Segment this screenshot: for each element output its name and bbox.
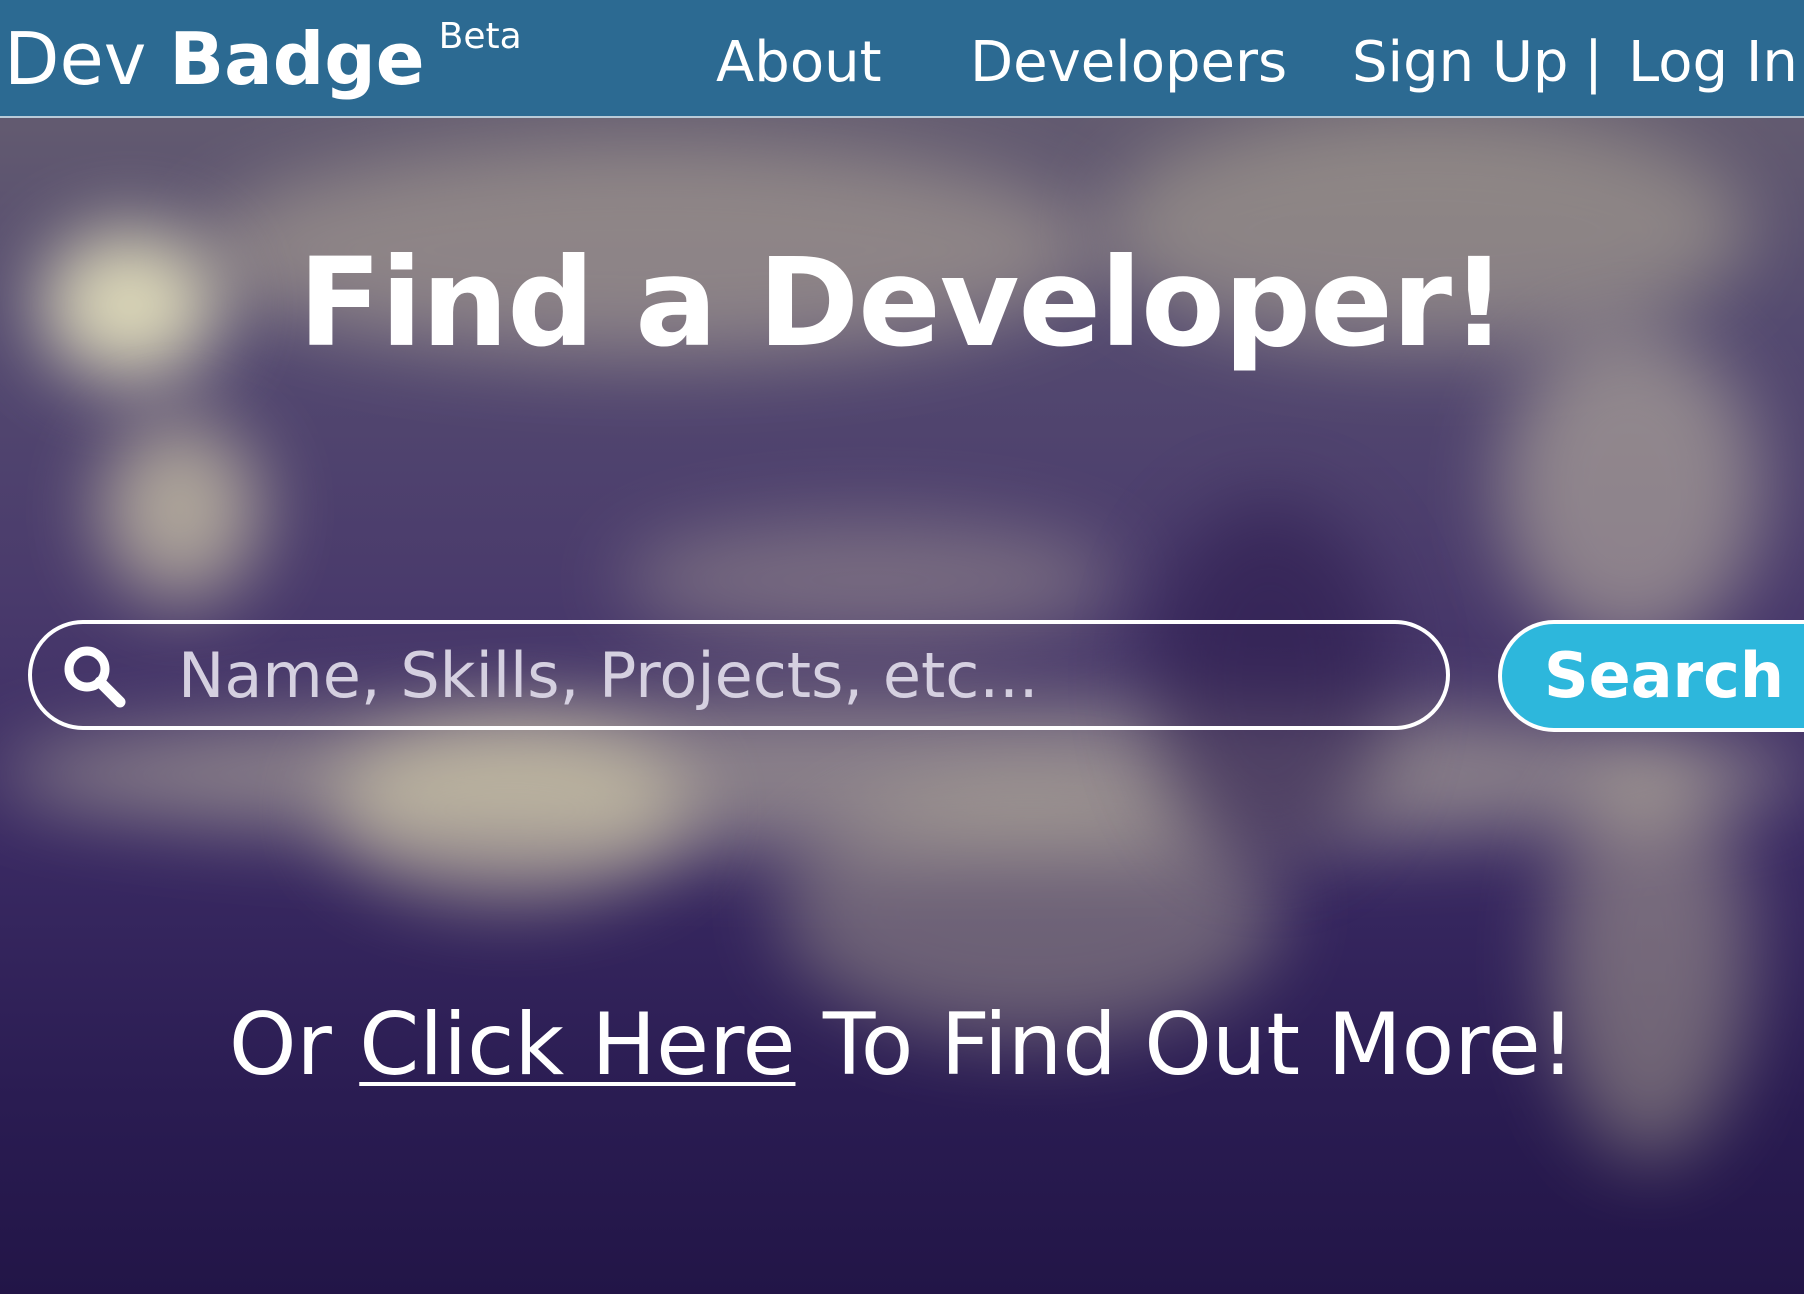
search-icon — [64, 646, 126, 708]
page: Dev Badge Beta About Developers Sign Up |… — [0, 0, 1804, 1294]
find-out-more-line: Or Click Here To Find Out More! — [0, 990, 1804, 1100]
beta-tag: Beta — [438, 16, 522, 57]
nav-separator: | — [1584, 30, 1603, 95]
top-navbar: Dev Badge Beta About Developers Sign Up |… — [0, 0, 1804, 118]
nav-signup-link[interactable]: Sign Up — [1352, 28, 1568, 98]
hero-title: Find a Developer! — [298, 232, 1506, 374]
brand-logo[interactable]: Dev Badge Beta — [4, 14, 522, 118]
search-bar[interactable] — [28, 620, 1450, 730]
nav-about-link[interactable]: About — [716, 28, 882, 98]
nav-login-link[interactable]: Log In — [1628, 28, 1798, 98]
find-out-more-prefix: Or — [228, 995, 332, 1095]
find-out-more-suffix: To Find Out More! — [822, 995, 1576, 1095]
brand-name-light: Dev — [4, 17, 147, 101]
click-here-link[interactable]: Click Here — [359, 995, 795, 1095]
brand-name-bold: Badge — [169, 17, 425, 101]
search-button[interactable]: Search — [1498, 620, 1804, 732]
nav-developers-link[interactable]: Developers — [970, 28, 1287, 98]
search-input[interactable] — [178, 636, 1418, 714]
